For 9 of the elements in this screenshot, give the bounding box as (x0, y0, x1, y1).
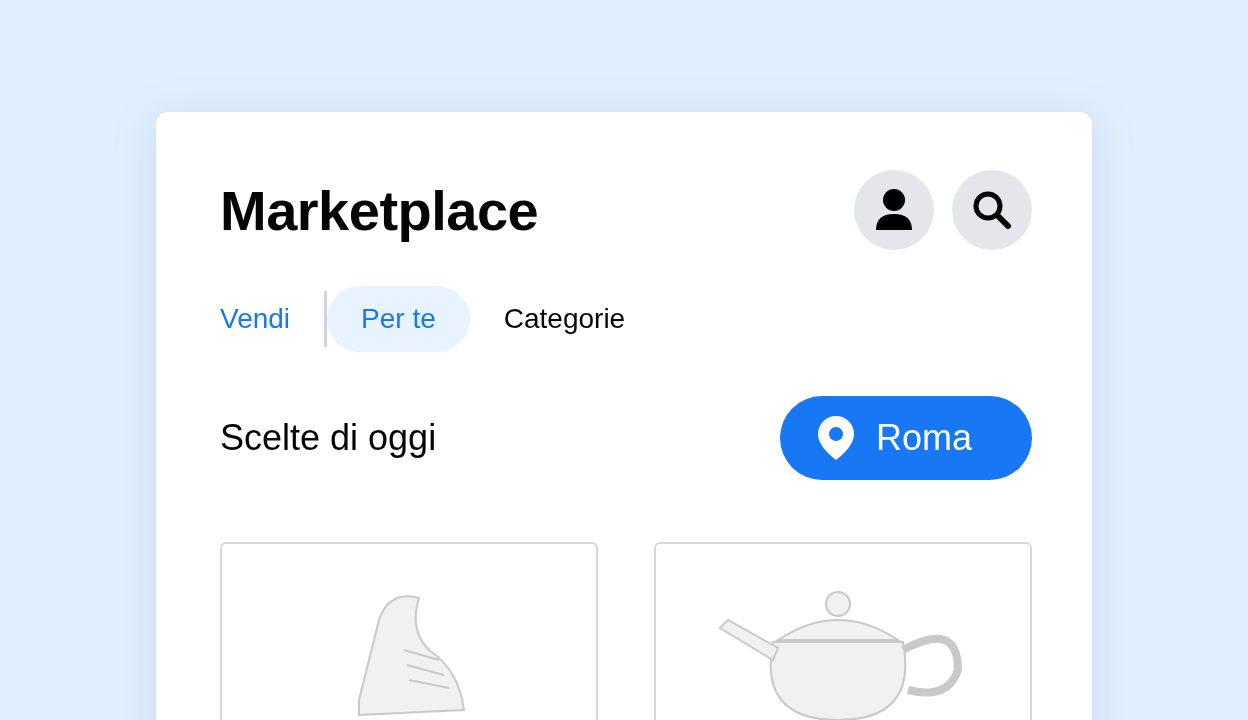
person-icon (874, 188, 914, 232)
section-title: Scelte di oggi (220, 417, 437, 459)
search-icon (972, 190, 1012, 230)
location-pin-icon (818, 416, 854, 460)
location-button[interactable]: Roma (780, 396, 1032, 480)
tab[interactable]: Per te (327, 286, 470, 352)
page-title: Marketplace (220, 177, 539, 243)
tab[interactable]: Categorie (469, 286, 660, 352)
sell-link[interactable]: Vendi (220, 286, 325, 352)
